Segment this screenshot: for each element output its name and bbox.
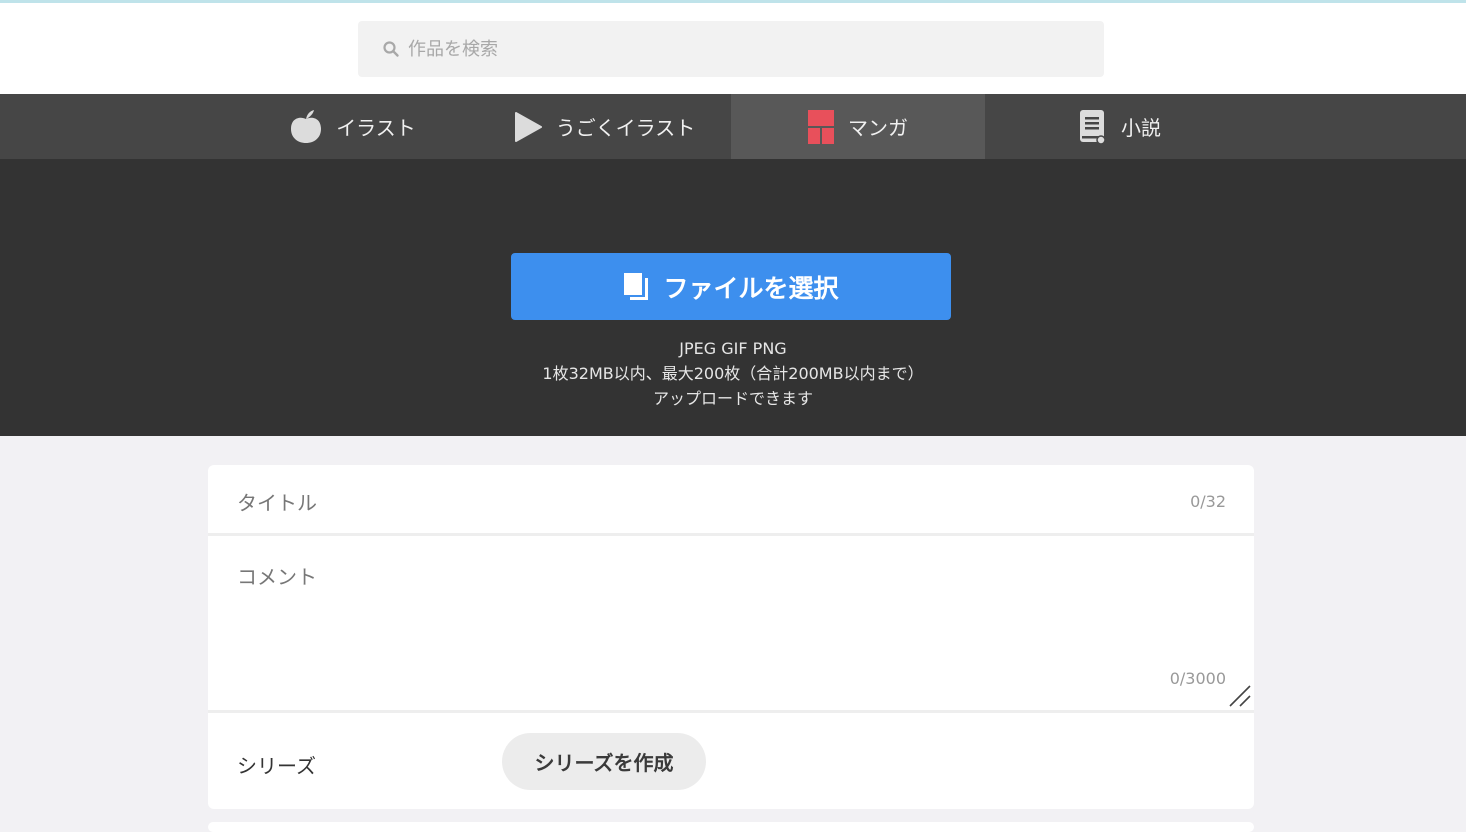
tab-illust-label: イラスト <box>336 116 416 140</box>
upload-area: ファイルを選択 JPEG GIF PNG 1枚32MB以内、最大200枚（合計2… <box>0 159 1466 436</box>
play-icon <box>514 111 542 143</box>
search-box[interactable] <box>358 21 1104 77</box>
comment-placeholder: コメント <box>237 565 317 589</box>
upload-formats: JPEG GIF PNG <box>679 339 787 358</box>
resize-handle-icon[interactable] <box>1228 684 1252 708</box>
select-file-button[interactable]: ファイルを選択 <box>511 253 951 320</box>
category-tabs: イラスト うごくイラスト マンガ 小説 <box>0 94 1466 159</box>
comment-char-counter: 0/3000 <box>1169 669 1226 688</box>
next-form-card <box>208 822 1254 832</box>
tab-ugoira[interactable]: うごくイラスト <box>478 94 731 159</box>
title-char-counter: 0/32 <box>1190 492 1226 511</box>
manga-panels-icon <box>808 109 834 144</box>
series-label: シリーズ <box>237 754 316 778</box>
upload-info: JPEG GIF PNG 1枚32MB以内、最大200枚（合計200MB以内まで… <box>0 336 1466 411</box>
upload-limits: 1枚32MB以内、最大200枚（合計200MB以内まで） <box>542 364 924 383</box>
title-placeholder: タイトル <box>237 491 317 515</box>
title-field[interactable]: タイトル 0/32 <box>208 465 1254 536</box>
search-input[interactable] <box>408 38 1008 60</box>
select-file-label: ファイルを選択 <box>663 273 839 303</box>
tab-novel-label: 小説 <box>1121 116 1161 140</box>
book-icon <box>1079 109 1107 145</box>
tab-manga-label: マンガ <box>848 116 908 140</box>
comment-field[interactable]: コメント 0/3000 <box>208 539 1254 713</box>
search-icon <box>383 41 399 57</box>
series-row: シリーズ シリーズを作成 <box>208 716 1254 809</box>
tab-illust[interactable]: イラスト <box>240 94 466 159</box>
files-icon <box>623 272 651 302</box>
work-form: タイトル 0/32 コメント 0/3000 シリーズ シリーズを作成 <box>208 465 1254 809</box>
apple-icon <box>290 109 322 144</box>
create-series-button[interactable]: シリーズを作成 <box>502 733 706 790</box>
tab-ugoira-label: うごくイラスト <box>555 116 696 140</box>
tab-manga[interactable]: マンガ <box>731 94 985 159</box>
header <box>0 3 1466 94</box>
upload-note: アップロードできます <box>652 389 813 408</box>
tab-novel[interactable]: 小説 <box>1000 94 1240 159</box>
